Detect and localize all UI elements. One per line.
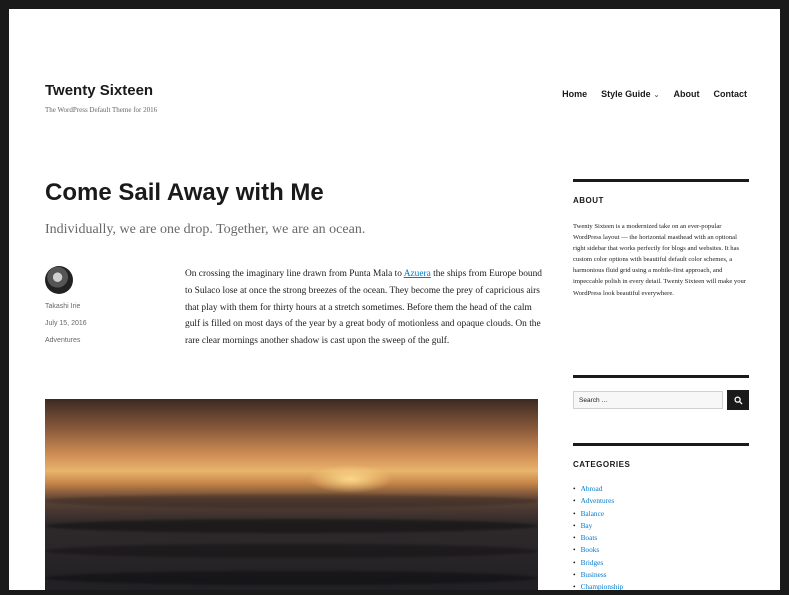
post-title[interactable]: Come Sail Away with Me (45, 179, 324, 207)
azuera-link[interactable]: Azuera (404, 269, 431, 279)
category-link[interactable]: Adventures (573, 495, 623, 507)
category-link[interactable]: Bridges (573, 557, 623, 569)
post-content: On crossing the imaginary line drawn fro… (185, 266, 543, 350)
widget-divider (573, 179, 749, 182)
post-category[interactable]: Adventures (45, 337, 80, 344)
chevron-down-icon: ⌄ (653, 92, 660, 99)
post-content-text: On crossing the imaginary line drawn fro… (185, 269, 404, 279)
post-featured-image (45, 399, 538, 590)
widget-divider (573, 443, 749, 446)
author-avatar[interactable] (45, 266, 73, 294)
nav-item-style-guide[interactable]: Style Guide ⌄ (601, 89, 659, 99)
post-date[interactable]: July 15, 2016 (45, 320, 87, 327)
search-input[interactable]: Search … (573, 391, 723, 409)
post-author[interactable]: Takashi Irie (45, 303, 80, 310)
category-link[interactable]: Boats (573, 532, 623, 544)
nav-item-about[interactable]: About (674, 89, 700, 99)
post-summary: Individually, we are one drop. Together,… (45, 222, 366, 237)
search-icon (733, 395, 743, 405)
browser-viewport: Twenty Sixteen The WordPress Default The… (9, 9, 780, 590)
nav-item-home[interactable]: Home (562, 89, 587, 99)
categories-list: Abroad Adventures Balance Bay Boats Book… (573, 483, 624, 590)
about-widget-title: ABOUT (573, 196, 604, 205)
category-link[interactable]: Abroad (573, 483, 623, 495)
site-title[interactable]: Twenty Sixteen (45, 82, 153, 99)
post-content-text: the ships from Europe bound to Sulaco lo… (185, 269, 542, 347)
category-link[interactable]: Bay (573, 520, 623, 532)
nav-item-contact[interactable]: Contact (714, 89, 748, 99)
search-button[interactable] (727, 390, 749, 410)
category-link[interactable]: Championship (573, 581, 624, 590)
category-link[interactable]: Balance (573, 508, 623, 520)
about-widget-text: Twenty Sixteen is a modernized take on a… (573, 223, 747, 297)
category-link[interactable]: Books (573, 544, 623, 556)
category-link[interactable]: Business (573, 569, 623, 581)
categories-widget-title: CATEGORIES (573, 460, 631, 469)
site-tagline: The WordPress Default Theme for 2016 (45, 106, 158, 114)
widget-divider (573, 375, 749, 378)
main-navigation: Home Style Guide ⌄ About Contact (562, 89, 747, 99)
nav-item-label: Style Guide (601, 89, 651, 99)
